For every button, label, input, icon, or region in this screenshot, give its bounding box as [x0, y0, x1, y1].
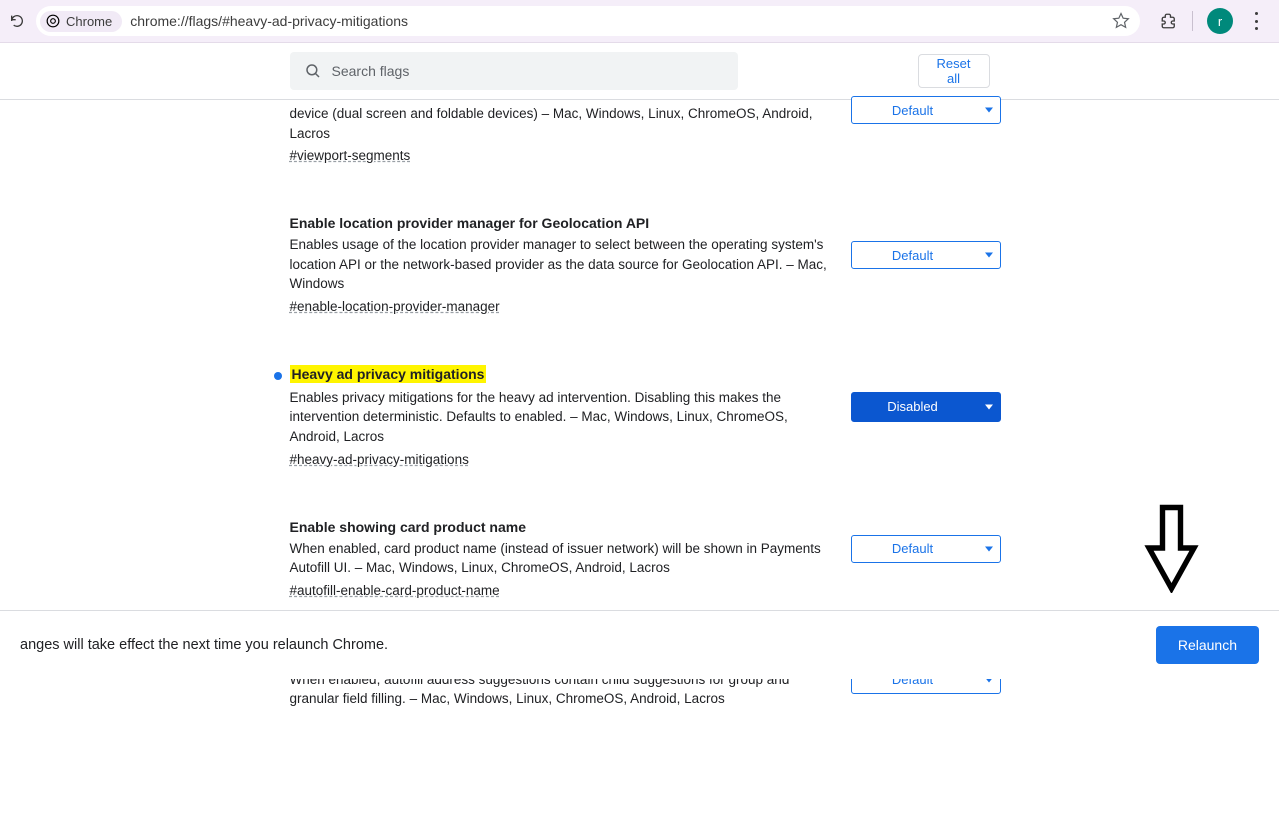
address-bar[interactable]: Chrome chrome://flags/#heavy-ad-privacy-…: [36, 6, 1140, 36]
search-placeholder: Search flags: [332, 63, 410, 79]
flag-description: When enabled, card product name (instead…: [290, 539, 835, 578]
flag-anchor-link[interactable]: #autofill-enable-card-product-name: [290, 583, 500, 598]
toolbar-right: r: [1160, 8, 1265, 34]
flag-description: Enables privacy mitigations for the heav…: [290, 388, 835, 447]
chrome-menu-button[interactable]: [1247, 10, 1265, 32]
flag-anchor-link[interactable]: #enable-location-provider-manager: [290, 299, 500, 314]
reset-all-button[interactable]: Reset all: [918, 54, 990, 88]
site-chip-label: Chrome: [66, 14, 112, 29]
flag-anchor-link[interactable]: #heavy-ad-privacy-mitigations: [290, 452, 469, 467]
changed-indicator-dot: [274, 372, 282, 380]
flag-description: Enables usage of the location provider m…: [290, 235, 835, 294]
search-icon: [304, 62, 322, 80]
flag-select[interactable]: Disabled: [851, 392, 1001, 422]
flag-title: Enable showing card product name: [290, 519, 835, 535]
flag-row-highlighted: Heavy ad privacy mitigations Enables pri…: [290, 354, 990, 477]
relaunch-bar: anges will take effect the next time you…: [0, 610, 1279, 679]
bookmark-star-icon[interactable]: [1112, 12, 1130, 30]
flag-row: Enable location provider manager for Geo…: [290, 203, 990, 324]
flag-anchor-link[interactable]: #viewport-segments: [290, 148, 411, 163]
profile-avatar[interactable]: r: [1207, 8, 1233, 34]
relaunch-message: anges will take effect the next time you…: [20, 637, 388, 653]
reload-icon: [9, 13, 25, 29]
site-chip[interactable]: Chrome: [40, 11, 122, 32]
flag-select[interactable]: Default: [851, 96, 1001, 124]
flags-list: device (dual screen and foldable devices…: [290, 100, 990, 823]
flag-title: Heavy ad privacy mitigations: [290, 365, 487, 383]
url-text: chrome://flags/#heavy-ad-privacy-mitigat…: [130, 13, 1112, 29]
reload-button[interactable]: [8, 12, 26, 30]
separator: [1192, 11, 1193, 31]
flags-header: Search flags Reset all: [0, 43, 1279, 100]
browser-toolbar: Chrome chrome://flags/#heavy-ad-privacy-…: [0, 0, 1279, 43]
flag-select[interactable]: Default: [851, 241, 1001, 269]
flag-description: device (dual screen and foldable devices…: [290, 104, 835, 143]
relaunch-button[interactable]: Relaunch: [1156, 626, 1259, 664]
flag-title: Enable location provider manager for Geo…: [290, 215, 835, 231]
extensions-icon[interactable]: [1160, 12, 1178, 30]
search-flags-input[interactable]: Search flags: [290, 52, 738, 90]
chrome-logo-icon: [46, 14, 60, 28]
annotation-arrow-icon: [1144, 503, 1199, 593]
flag-row: Enable showing card product name When en…: [290, 507, 990, 608]
flag-row: device (dual screen and foldable devices…: [290, 100, 990, 173]
flag-select[interactable]: Default: [851, 535, 1001, 563]
